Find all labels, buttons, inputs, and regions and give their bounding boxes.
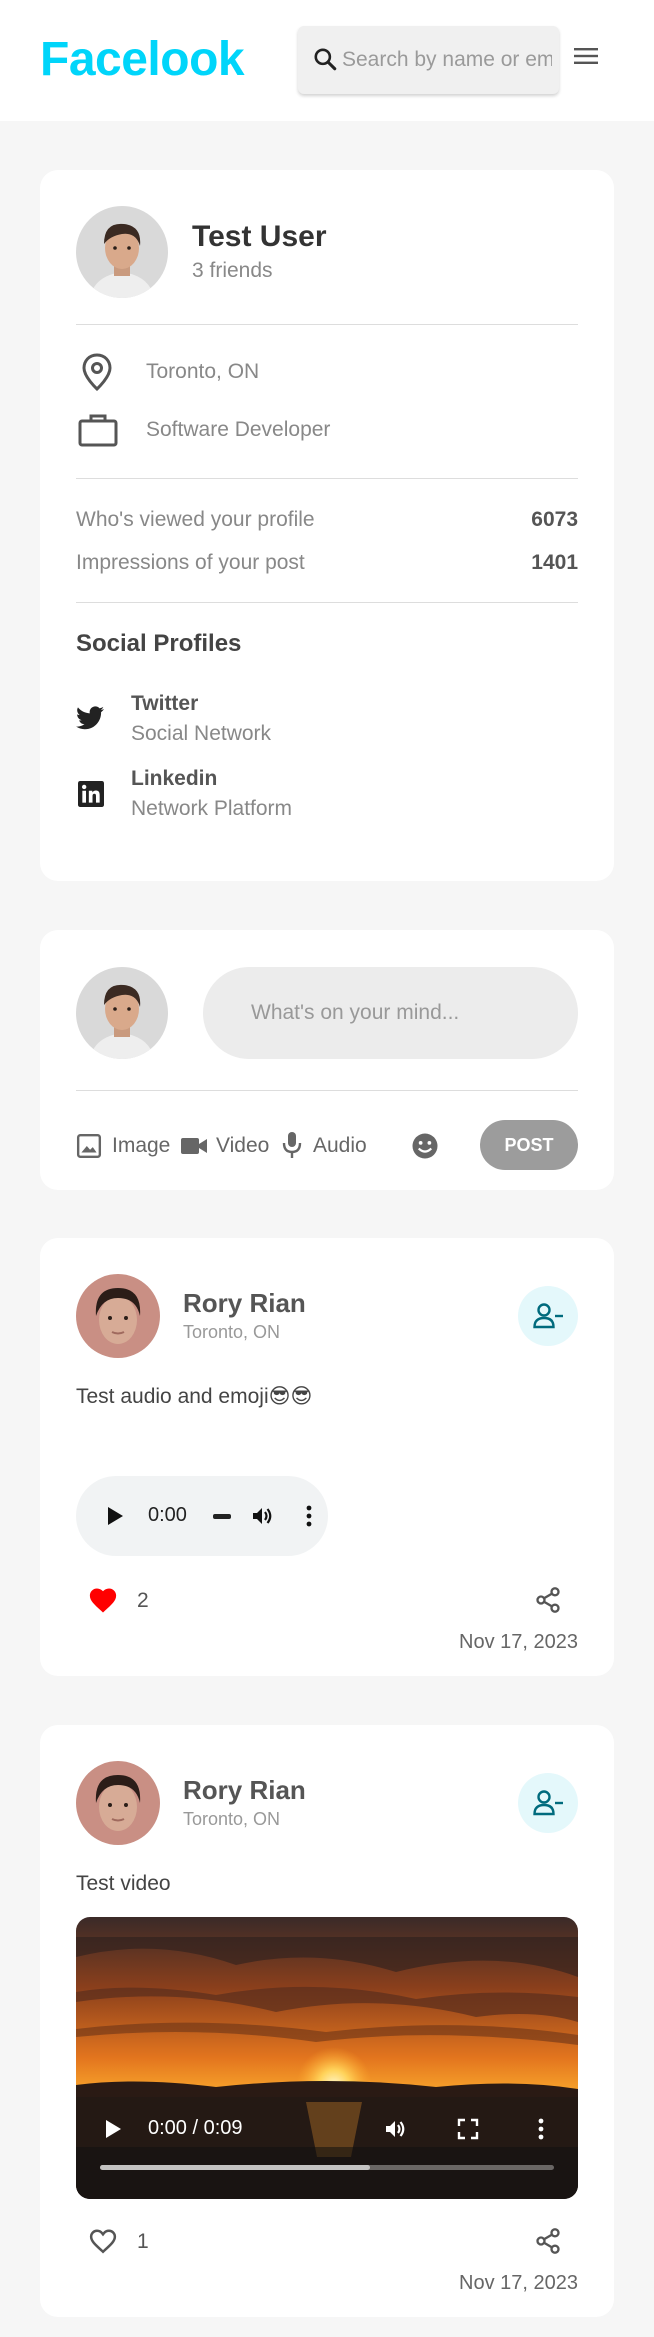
post-composer: Image Video Audio POST	[40, 930, 614, 1190]
heart-filled-icon[interactable]	[88, 1586, 118, 1619]
post-button[interactable]: POST	[480, 1120, 578, 1170]
videocam-icon	[180, 1135, 208, 1162]
person-remove-icon	[533, 1789, 565, 1822]
post-card: Rory Rian Toronto, ON Test audio and emo…	[40, 1238, 614, 1676]
remove-friend-button[interactable]	[518, 1286, 578, 1346]
volume-icon[interactable]	[382, 2117, 408, 2146]
video-frame-sunset	[76, 1917, 578, 2199]
search-input[interactable]	[342, 26, 552, 94]
social-type: Network Platform	[131, 797, 293, 820]
linkedin-icon	[78, 781, 104, 812]
video-label: Video	[216, 1134, 270, 1157]
profile-card: Test User 3 friends Toronto, ON Software…	[40, 170, 614, 881]
location-text: Toronto, ON	[146, 360, 260, 383]
search-box[interactable]	[298, 26, 559, 94]
divider	[76, 478, 578, 479]
video-progress-track[interactable]	[100, 2165, 554, 2170]
post-author[interactable]: Rory Rian	[183, 1288, 306, 1319]
profile-views-label: Who's viewed your profile	[76, 508, 315, 531]
location-pin-icon	[80, 352, 114, 397]
post-card: Rory Rian Toronto, ON Test video 0:00 / …	[40, 1725, 614, 2317]
post-author[interactable]: Rory Rian	[183, 1775, 306, 1806]
share-icon[interactable]	[534, 2227, 562, 2260]
audio-time: 0:00	[148, 1504, 187, 1526]
audio-label: Audio	[313, 1134, 367, 1157]
more-options-icon[interactable]	[538, 2117, 544, 2146]
divider	[76, 602, 578, 603]
social-profiles-title: Social Profiles	[76, 630, 242, 657]
social-type: Social Network	[131, 722, 272, 745]
fullscreen-icon[interactable]	[457, 2118, 479, 2145]
friend-count: 3 friends	[192, 259, 273, 282]
remove-friend-button[interactable]	[518, 1773, 578, 1833]
social-name[interactable]: Linkedin	[131, 767, 217, 791]
profile-name[interactable]: Test User	[192, 220, 327, 254]
hamburger-menu-icon[interactable]	[572, 44, 600, 73]
briefcase-icon	[78, 412, 118, 453]
top-navbar: Facelook	[0, 0, 654, 121]
post-date: Nov 17, 2023	[459, 2272, 578, 2294]
image-label: Image	[112, 1134, 171, 1157]
person-remove-icon	[533, 1302, 565, 1335]
divider	[76, 1090, 578, 1091]
composer-avatar[interactable]	[76, 967, 168, 1059]
audio-player[interactable]: 0:00	[76, 1476, 328, 1556]
impressions-label: Impressions of your post	[76, 551, 305, 574]
app-logo[interactable]: Facelook	[40, 32, 245, 87]
post-text: Test video	[76, 1872, 171, 1895]
post-author-location: Toronto, ON	[183, 1809, 281, 1829]
profile-avatar[interactable]	[76, 206, 168, 298]
occupation-text: Software Developer	[146, 418, 331, 441]
video-player[interactable]: 0:00 / 0:09	[76, 1917, 578, 2199]
post-author-location: Toronto, ON	[183, 1322, 281, 1342]
like-count: 1	[137, 2230, 149, 2253]
progress-dash	[213, 1514, 231, 1519]
author-avatar[interactable]	[76, 1761, 160, 1845]
microphone-icon	[281, 1130, 303, 1165]
profile-views-value: 6073	[531, 508, 578, 531]
play-icon[interactable]	[104, 2119, 122, 2144]
post-text: Test audio and emoji😎😎	[76, 1385, 313, 1408]
play-icon[interactable]	[106, 1506, 124, 1531]
social-name[interactable]: Twitter	[131, 692, 198, 716]
image-icon	[76, 1133, 102, 1164]
like-count: 2	[137, 1589, 149, 1612]
share-icon[interactable]	[534, 1586, 562, 1619]
heart-outline-icon[interactable]	[88, 2227, 118, 2260]
video-buffered-bar	[100, 2165, 370, 2170]
search-icon	[312, 46, 338, 77]
more-options-icon[interactable]	[306, 1504, 312, 1533]
emoji-icon[interactable]	[410, 1131, 440, 1166]
post-date: Nov 17, 2023	[459, 1631, 578, 1653]
impressions-value: 1401	[531, 551, 578, 574]
video-time: 0:00 / 0:09	[148, 2117, 243, 2139]
volume-icon[interactable]	[249, 1504, 275, 1533]
author-avatar[interactable]	[76, 1274, 160, 1358]
twitter-icon	[76, 706, 104, 735]
post-text-input[interactable]	[203, 967, 578, 1059]
divider	[76, 324, 578, 325]
